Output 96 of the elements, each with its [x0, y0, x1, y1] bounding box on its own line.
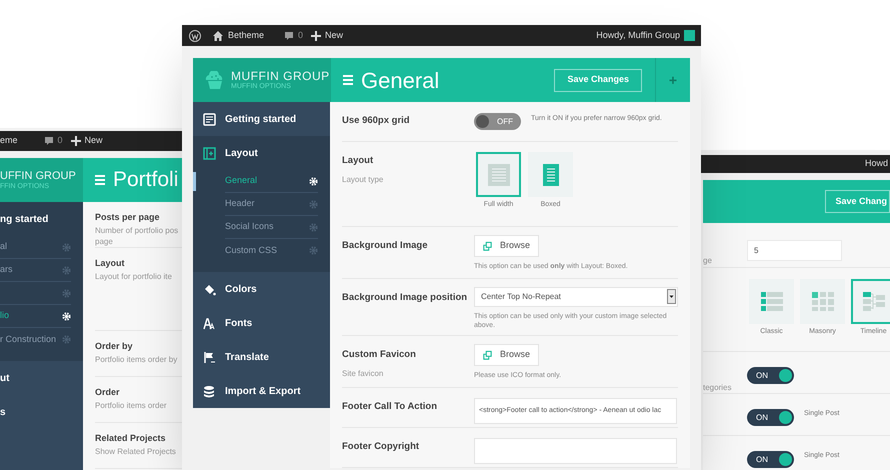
sidebar-subitem[interactable]: al: [0, 236, 71, 259]
sidebar-item-icon: [203, 146, 216, 160]
menu-icon[interactable]: [343, 75, 353, 85]
timeline-layout-icon: [862, 292, 884, 311]
setting-description: page: [95, 236, 114, 246]
sidebar-item[interactable]: Translate: [193, 340, 330, 374]
layout-option[interactable]: [476, 152, 521, 197]
sidebar-item-icon: [203, 384, 216, 398]
layout-option[interactable]: [528, 152, 573, 197]
full-width-layout-icon: [488, 164, 510, 186]
greeting-link[interactable]: Howdy, Muffin Group: [596, 28, 680, 42]
comment-icon[interactable]: [284, 30, 294, 40]
copy-icon: [483, 240, 492, 252]
setting-description: Number of portfolio pos: [95, 224, 180, 236]
sidebar-subitem[interactable]: ars: [0, 259, 71, 282]
copy-icon: [483, 350, 492, 360]
layout-option[interactable]: [800, 279, 845, 324]
setting-label: Use 960px grid: [342, 114, 411, 128]
browse-button[interactable]: Browse: [474, 344, 539, 366]
gear-icon: [309, 176, 318, 186]
setting-label: Posts per page: [95, 211, 161, 224]
home-icon: [213, 30, 223, 40]
sidebar-subitem[interactable]: r Construction: [0, 328, 71, 351]
brand-name: UFFIN GROUP: [0, 170, 77, 182]
sidebar-item-icon: [203, 350, 216, 364]
browse-button[interactable]: Browse: [474, 235, 539, 257]
comment-icon[interactable]: [44, 136, 54, 146]
setting-description: tegories: [703, 382, 732, 394]
wordpress-logo-icon[interactable]: [189, 30, 201, 42]
greeting-link[interactable]: Howd: [864, 157, 888, 171]
muffin-logo-icon: [203, 70, 225, 90]
setting-description: Show Related Projects: [95, 446, 177, 456]
plus-icon: [311, 30, 322, 40]
gear-icon: [309, 222, 318, 232]
brand-name: MUFFIN GROUP: [231, 70, 330, 82]
setting-label: Background Image: [342, 239, 429, 253]
setting-label: Order by: [95, 340, 134, 353]
menu-icon[interactable]: [95, 175, 105, 185]
gear-icon: [62, 288, 71, 298]
text-input-field[interactable]: [474, 438, 677, 464]
new-link[interactable]: New: [84, 134, 103, 148]
sidebar-subitem[interactable]: Header: [225, 193, 318, 216]
setting-label: Order: [95, 386, 121, 399]
comment-count[interactable]: 0: [58, 134, 63, 148]
layout-option[interactable]: [851, 279, 890, 324]
sidebar-item-icon: [203, 316, 216, 330]
setting-label: Background Image position: [342, 291, 468, 305]
list-layout-icon: [760, 292, 782, 311]
setting-label: Custom Favicon: [342, 348, 417, 362]
site-name-link[interactable]: Betheme: [228, 28, 264, 42]
setting-description: Portfolio items order: [95, 400, 168, 410]
layout-option[interactable]: [749, 279, 794, 324]
sidebar-item[interactable]: Import & Export: [193, 374, 330, 408]
gear-icon: [62, 266, 71, 274]
sidebar-item[interactable]: Colors: [193, 272, 330, 306]
gear-icon: [309, 200, 318, 208]
sidebar-subitem[interactable]: Social Icons: [225, 216, 318, 239]
sidebar-subitem[interactable]: General: [225, 170, 318, 193]
plus-icon: [70, 136, 81, 146]
new-link[interactable]: New: [325, 28, 344, 42]
page-title: Portfoli: [113, 167, 178, 194]
setting-description: Portfolio items order by: [95, 354, 178, 364]
sidebar-item[interactable]: Layout: [193, 136, 330, 170]
setting-label: Layout: [342, 154, 374, 168]
sidebar-item-icon: [203, 112, 216, 126]
sidebar-item[interactable]: Getting started: [193, 102, 330, 136]
sidebar-subitem[interactable]: lio: [0, 305, 71, 328]
setting-label: Footer Copyright: [342, 440, 420, 454]
gear-icon: [62, 242, 71, 252]
setting-description: ge: [703, 255, 713, 267]
sidebar-item[interactable]: Fonts: [193, 306, 330, 340]
page-title: General: [361, 66, 440, 94]
sidebar-subitem[interactable]: Custom CSS: [225, 239, 318, 262]
sidebar-item-icon: [203, 282, 216, 296]
text-input-field[interactable]: 5: [747, 240, 842, 261]
gear-icon: [309, 246, 318, 255]
setting-description: Site favicon: [342, 368, 384, 380]
gear-icon: [62, 335, 71, 344]
position-select[interactable]: Center Top No-Repeat: [474, 287, 678, 307]
setting-label: Layout: [95, 257, 126, 270]
toggle-switch[interactable]: ON: [747, 451, 794, 468]
setting-description: Layout type: [342, 174, 384, 186]
sidebar-item[interactable]: ng started: [0, 202, 83, 236]
toggle-switch[interactable]: ON: [747, 367, 794, 384]
gear-icon: [62, 312, 71, 320]
grid-layout-icon: [812, 292, 834, 311]
sidebar-item[interactable]: ut: [0, 361, 83, 395]
sidebar-item[interactable]: s: [0, 395, 83, 429]
selection-indicator: [193, 172, 196, 191]
comment-count[interactable]: 0: [298, 28, 304, 42]
setting-label: Related Projects: [95, 432, 167, 445]
setting-description: Layout for portfolio ite: [95, 270, 173, 282]
site-name-link[interactable]: eme: [0, 134, 18, 148]
avatar-icon: [684, 30, 695, 41]
toggle-switch[interactable]: ON: [747, 409, 794, 426]
setting-label: Footer Call To Action: [342, 400, 438, 414]
